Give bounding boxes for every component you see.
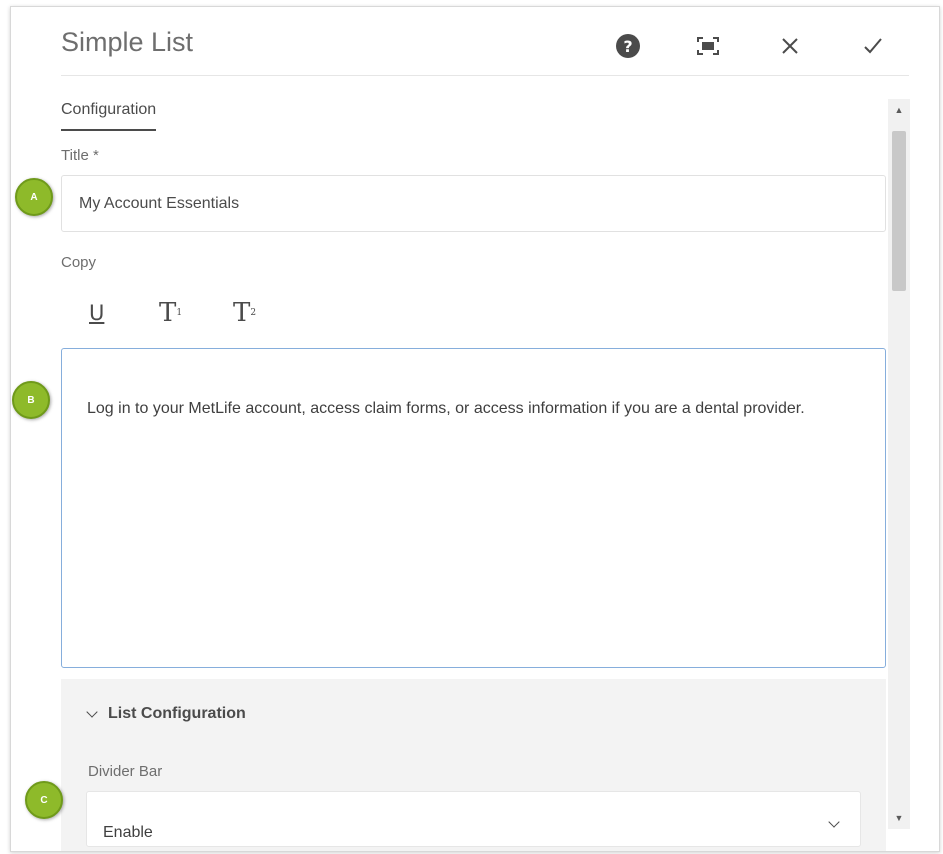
header-divider <box>61 75 909 76</box>
checkmark-icon <box>864 38 882 54</box>
chevron-down-icon <box>86 706 98 718</box>
copy-editor[interactable]: Log in to your MetLife account, access c… <box>61 348 886 668</box>
underline-icon: U <box>89 301 105 325</box>
close-button[interactable] <box>773 29 807 63</box>
scroll-down-arrow-icon[interactable]: ▼ <box>888 807 910 829</box>
fullscreen-button[interactable] <box>691 29 725 63</box>
title-input[interactable]: My Account Essentials <box>61 175 886 232</box>
divider-bar-select[interactable]: Enable <box>86 791 861 847</box>
scroll-up-arrow-icon[interactable]: ▲ <box>888 99 910 121</box>
vertical-scrollbar[interactable]: ▲ ▼ <box>888 99 910 829</box>
dialog-header: Simple List ? <box>11 7 939 77</box>
fullscreen-icon <box>697 37 719 55</box>
subscript-button[interactable]: T1 <box>159 295 182 331</box>
title-label: Title * <box>61 147 99 164</box>
list-configuration-toggle[interactable]: List Configuration <box>86 705 246 723</box>
copy-label: Copy <box>61 254 97 271</box>
divider-bar-label: Divider Bar <box>88 763 163 780</box>
superscript-icon: T <box>233 298 251 328</box>
list-configuration-heading: List Configuration <box>108 705 246 722</box>
scroll-thumb[interactable] <box>892 131 906 291</box>
subscript-icon: T <box>159 298 177 328</box>
subscript-mark: 1 <box>176 308 183 318</box>
dialog-title: Simple List <box>61 27 194 57</box>
callout-marker-b: B <box>12 381 50 419</box>
callout-marker-a: A <box>15 178 53 216</box>
help-icon: ? <box>616 34 640 58</box>
tab-configuration[interactable]: Configuration <box>61 101 157 131</box>
dialog-window: Simple List ? Configuration Title * My A… <box>10 6 940 852</box>
superscript-mark: 2 <box>250 308 257 318</box>
copy-text: Log in to your MetLife account, access c… <box>87 400 805 417</box>
divider-bar-value: Enable <box>103 824 153 841</box>
close-icon <box>782 38 798 54</box>
done-button[interactable] <box>856 29 890 63</box>
select-chevron-down-icon <box>828 816 840 828</box>
callout-marker-c: C <box>25 781 63 819</box>
underline-button[interactable]: U <box>89 295 104 331</box>
list-configuration-section: List Configuration Divider Bar Enable <box>61 679 886 851</box>
superscript-button[interactable]: T2 <box>233 295 256 331</box>
help-button[interactable]: ? <box>611 29 645 63</box>
